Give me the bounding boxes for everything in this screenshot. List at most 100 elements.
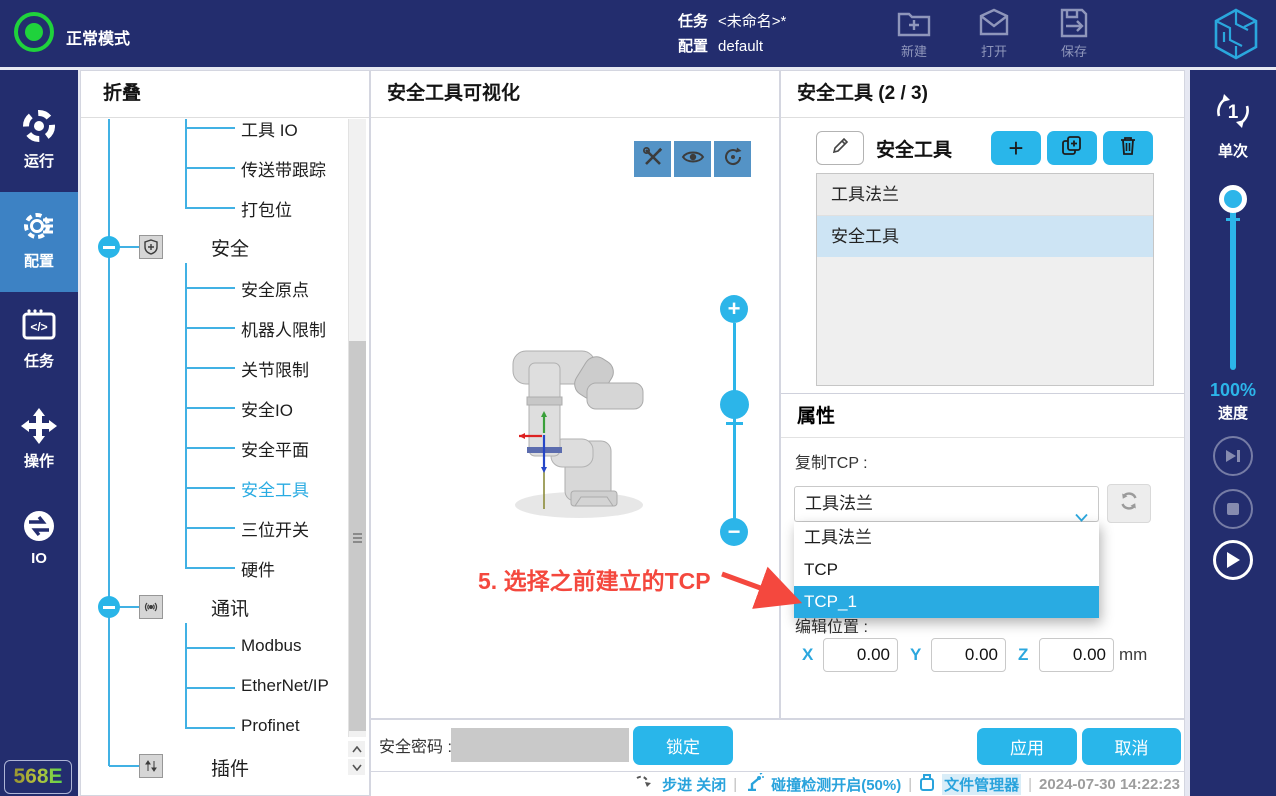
left-nav-sidebar: 运行 配置 </> 任务 操作 IO 568E (0, 70, 78, 796)
speed-slider-track[interactable] (1230, 206, 1236, 370)
dropdown-option-flange[interactable]: 工具法兰 (794, 522, 1099, 554)
collapse-toggle-comm[interactable] (98, 596, 120, 618)
apply-button[interactable]: 应用 (977, 728, 1077, 765)
tree-item-safe-io[interactable]: 安全IO (241, 396, 293, 421)
tool-list-item-safety-tool[interactable]: 安全工具 (817, 216, 1153, 257)
unit-label: mm (1119, 645, 1147, 665)
play-button[interactable] (1213, 540, 1253, 580)
tree-branch-line (185, 623, 187, 728)
tree-stub (185, 527, 235, 529)
properties-title: 属性 (781, 393, 1184, 438)
dropdown-option-tcp1[interactable]: TCP_1 (794, 586, 1099, 618)
move-arrows-icon (0, 406, 78, 446)
sidebar-item-operate[interactable]: 操作 (0, 392, 78, 492)
tree-item-ethernet-ip[interactable]: EtherNet/IP (241, 676, 329, 696)
zoom-slider-tick (726, 422, 743, 425)
tree-item-conveyor[interactable]: 传送带跟踪 (241, 156, 326, 181)
refresh-tcp-button[interactable] (1107, 484, 1151, 523)
rotate-view-button[interactable] (714, 141, 751, 177)
tree-item-packing[interactable]: 打包位 (241, 196, 292, 221)
new-button[interactable]: 新建 (885, 8, 943, 60)
tools-icon (642, 146, 664, 173)
tree-item-tool-io[interactable]: 工具 IO (241, 116, 298, 141)
usb-icon (919, 773, 935, 795)
sidebar-item-config[interactable]: 配置 (0, 192, 78, 292)
add-tool-button[interactable]: + (991, 131, 1041, 165)
delete-tool-button[interactable] (1103, 131, 1153, 165)
visibility-button[interactable] (674, 141, 711, 177)
zoom-slider-track[interactable] (733, 323, 736, 519)
tree-scrollbar-thumb[interactable] (349, 341, 366, 731)
zoom-out-button[interactable]: − (720, 518, 748, 546)
robot-3d-view[interactable] (491, 343, 661, 528)
edit-name-button[interactable] (816, 131, 864, 165)
sidebar-item-label: IO (0, 550, 78, 567)
tools-settings-button[interactable] (634, 141, 671, 177)
cancel-button[interactable]: 取消 (1082, 728, 1181, 765)
save-icon (1045, 8, 1103, 38)
tree-item-robot-limit[interactable]: 机器人限制 (241, 316, 326, 341)
scroll-up-button[interactable] (348, 741, 365, 757)
tree-scrollbar[interactable] (348, 119, 366, 737)
lock-button[interactable]: 锁定 (633, 726, 733, 765)
tree-stub (185, 567, 235, 569)
copy-tcp-selected-value: 工具法兰 (805, 494, 873, 513)
tree-item-three-pos-switch[interactable]: 三位开关 (241, 516, 309, 541)
x-position-input[interactable]: 0.00 (823, 638, 898, 672)
tree-panel-title[interactable]: 折叠 (81, 71, 369, 118)
zoom-in-button[interactable]: + (720, 295, 748, 323)
tree-stub (185, 367, 235, 369)
tree-stub (185, 447, 235, 449)
duplicate-tool-button[interactable] (1047, 131, 1097, 165)
file-manager-link[interactable]: 文件管理器 (942, 774, 1021, 795)
tree-item-hardware[interactable]: 硬件 (241, 556, 275, 581)
collision-icon (744, 773, 764, 795)
stop-button[interactable] (1213, 489, 1253, 529)
tree-item-plugin[interactable]: 插件 (211, 754, 249, 781)
separator: | (733, 776, 737, 793)
sidebar-item-run[interactable]: 运行 (0, 92, 78, 192)
collision-status[interactable]: 碰撞检测开启(50%) (771, 774, 901, 795)
y-position-input[interactable]: 0.00 (931, 638, 1006, 672)
cycle-mode-button[interactable]: 1 (1210, 88, 1256, 139)
open-button[interactable]: 打开 (965, 8, 1023, 60)
save-button[interactable]: 保存 (1045, 8, 1103, 60)
visualization-panel: 安全工具可视化 (370, 70, 780, 719)
zoom-slider-knob[interactable] (720, 390, 749, 419)
top-bar: 正常模式 任务<未命名>* 配置default 新建 打开 保存 (0, 0, 1276, 67)
annotation-arrow (700, 560, 815, 615)
config-row: 配置default (678, 34, 786, 59)
speed-slider-knob[interactable] (1219, 185, 1247, 213)
gear-icon (0, 206, 78, 246)
tree-item-modbus[interactable]: Modbus (241, 636, 301, 656)
antenna-icon (139, 595, 163, 619)
sidebar-item-io[interactable]: IO (0, 492, 78, 592)
tree-item-joint-limit[interactable]: 关节限制 (241, 356, 309, 381)
speed-value: 100% (1190, 380, 1276, 401)
collapse-toggle-safety[interactable] (98, 236, 120, 258)
tree-item-safe-home[interactable]: 安全原点 (241, 276, 309, 301)
task-label: 任务 (678, 13, 708, 30)
tree-stub (185, 647, 235, 649)
dropdown-option-tcp[interactable]: TCP (794, 554, 1099, 586)
sidebar-item-label: 操作 (0, 450, 78, 471)
tree-stub (185, 487, 235, 489)
tool-list-item-flange[interactable]: 工具法兰 (817, 174, 1153, 216)
scroll-down-button[interactable] (348, 759, 365, 775)
status-indicator-icon (14, 12, 54, 52)
step-mode-status[interactable]: 步进 关闭 (662, 774, 726, 795)
new-button-label: 新建 (885, 41, 943, 60)
task-value: <未命名>* (718, 13, 786, 30)
safety-password-input[interactable] (451, 728, 629, 762)
sidebar-item-task[interactable]: </> 任务 (0, 292, 78, 392)
x-axis-label: X (802, 645, 813, 665)
tree-item-comm[interactable]: 通讯 (211, 594, 249, 621)
z-position-input[interactable]: 0.00 (1039, 638, 1114, 672)
tree-item-safe-tool[interactable]: 安全工具 (241, 476, 309, 501)
copy-tcp-select[interactable]: 工具法兰 (794, 486, 1099, 522)
tree-item-safe-plane[interactable]: 安全平面 (241, 436, 309, 461)
tree-item-safety[interactable]: 安全 (211, 234, 249, 261)
tree-item-profinet[interactable]: Profinet (241, 716, 300, 736)
step-forward-button[interactable] (1213, 436, 1253, 476)
plugin-icon (139, 754, 163, 778)
